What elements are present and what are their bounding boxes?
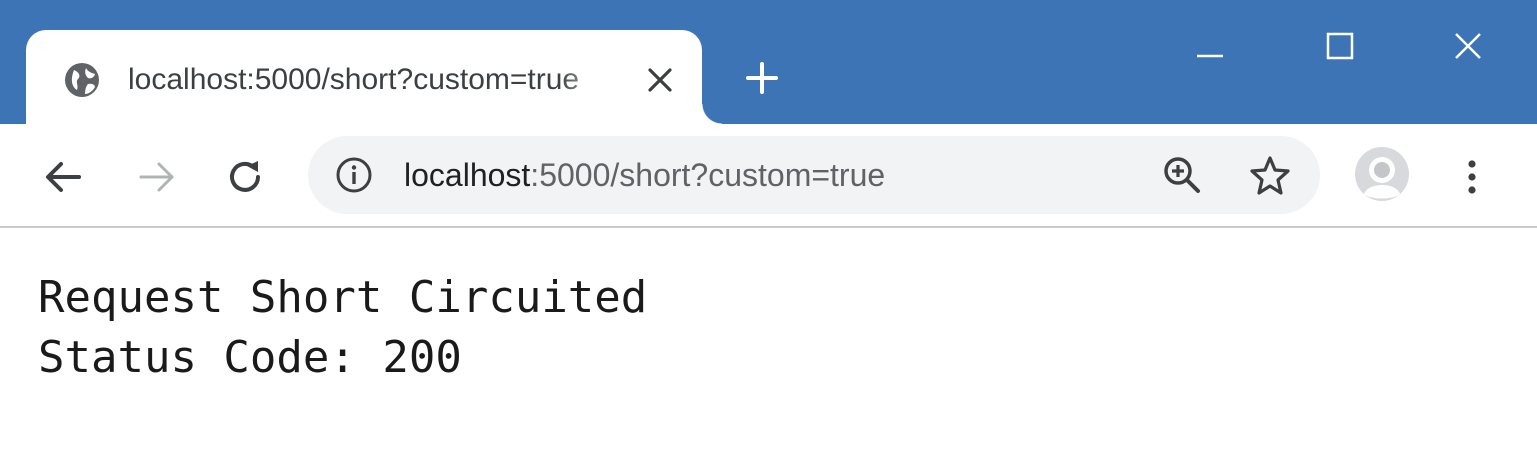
url-text[interactable]: localhost:5000/short?custom=true xyxy=(404,153,885,197)
tab-title: localhost:5000/short?custom=true xyxy=(128,63,580,96)
close-window-button[interactable] xyxy=(1438,18,1498,74)
globe-icon xyxy=(62,60,102,100)
close-tab-icon[interactable] xyxy=(640,60,680,100)
minimize-button[interactable] xyxy=(1180,18,1240,74)
profile-icon xyxy=(1355,147,1409,201)
new-tab-button[interactable] xyxy=(738,54,786,102)
maximize-button[interactable] xyxy=(1310,18,1370,74)
plus-icon xyxy=(746,62,778,94)
page-content: Request Short Circuited Status Code: 200 xyxy=(0,228,1537,465)
response-text: Request Short Circuited Status Code: 200 xyxy=(38,268,647,388)
tab-active[interactable]: localhost:5000/short?custom=true xyxy=(26,30,722,124)
toolbar: localhost:5000/short?custom=true xyxy=(0,124,1537,226)
reload-button[interactable] xyxy=(220,152,270,202)
url-host: localhost xyxy=(404,157,531,193)
maximize-icon xyxy=(1326,32,1354,60)
arrow-right-icon xyxy=(139,162,174,192)
minimize-icon xyxy=(1197,54,1223,58)
response-line: Status Code: 200 xyxy=(38,332,462,383)
response-line: Request Short Circuited xyxy=(38,272,648,323)
close-icon xyxy=(1455,33,1481,59)
zoom-icon[interactable] xyxy=(1160,153,1204,197)
menu-button[interactable] xyxy=(1450,152,1494,202)
arrow-left-icon xyxy=(46,162,81,192)
star-icon[interactable] xyxy=(1248,153,1292,197)
browser-window: localhost:5000/short?custom=true localho… xyxy=(0,0,1537,465)
url-path: :5000/short?custom=true xyxy=(530,157,886,193)
tab-strip: localhost:5000/short?custom=true xyxy=(0,0,1537,124)
reload-icon xyxy=(230,161,260,192)
info-icon[interactable] xyxy=(334,155,374,195)
avatar[interactable] xyxy=(1354,146,1410,202)
more-vert-icon xyxy=(1468,160,1476,194)
address-bar[interactable]: localhost:5000/short?custom=true xyxy=(308,136,1320,214)
back-button[interactable] xyxy=(38,152,88,202)
forward-button[interactable] xyxy=(132,152,182,202)
